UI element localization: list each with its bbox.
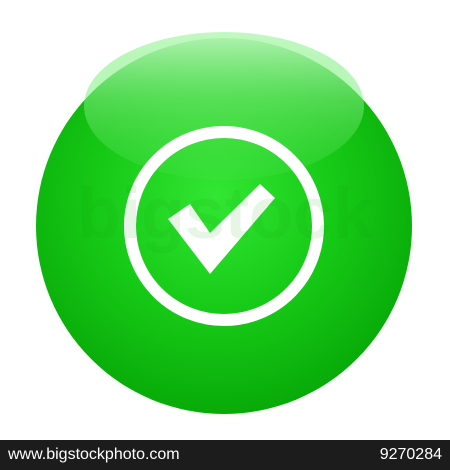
- watermark-text: bigstock: [77, 174, 374, 254]
- image-footer: www.bigstockphoto.com 9270284: [0, 440, 450, 470]
- gloss-highlight: [84, 32, 364, 180]
- check-button-icon[interactable]: bigstock: [0, 0, 450, 440]
- icon-stage: bigstock www.bigstockphoto.com 9270284: [0, 0, 450, 470]
- footer-site: www.bigstockphoto.com: [8, 446, 180, 463]
- footer-image-number: 9270284: [379, 446, 442, 463]
